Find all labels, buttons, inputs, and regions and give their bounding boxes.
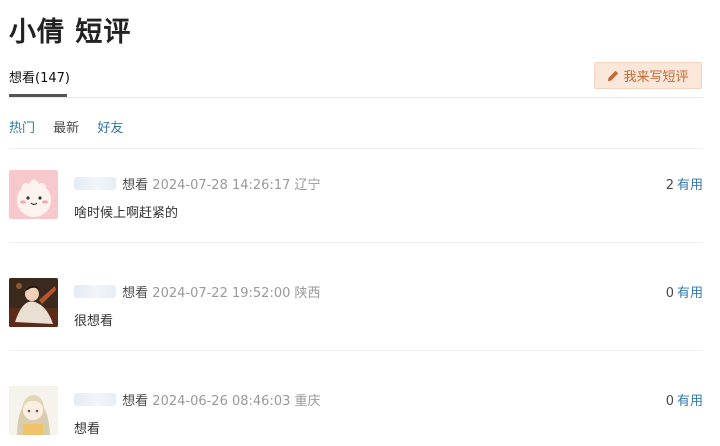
username-redacted[interactable] [74,393,116,406]
header-divider [9,97,703,98]
vote-count: 2 [665,178,674,193]
comment-content: 想看 [74,422,101,437]
sort-friends-link[interactable]: 好友 [97,121,123,136]
comment-location: 陕西 [294,286,321,301]
comment-time: 2024-06-26 08:46:03 [152,394,291,409]
username-redacted[interactable] [74,285,116,298]
comment-item: 想看 2024-06-26 08:46:03 重庆 想看 0 有用 [9,386,703,446]
anime-girl-avatar[interactable] [9,386,58,435]
comment-divider [9,242,703,243]
costume-figure-avatar[interactable] [9,278,58,327]
comment-status: 想看 [122,394,149,409]
vote-useful[interactable]: 0 有用 [666,390,703,409]
sort-hot-link[interactable]: 热门 [9,121,35,136]
write-review-button[interactable]: 我来写短评 [594,62,702,89]
username-redacted[interactable] [74,177,116,190]
sort-bar: 热门 最新 好友 [9,117,137,136]
comment-divider [9,350,703,351]
vote-useful[interactable]: 2 有用 [666,174,703,193]
comment-time: 2024-07-22 19:52:00 [152,286,291,301]
sort-newest-link[interactable]: 最新 [53,121,79,136]
comment-item: 想看 2024-07-28 14:26:17 辽宁 啥时候上啊赶紧的 2 有用 [9,170,703,230]
useful-link[interactable]: 有用 [677,178,703,193]
useful-link[interactable]: 有用 [677,394,703,409]
write-review-label: 我来写短评 [623,70,689,85]
comment-location: 重庆 [294,394,321,409]
comment-content: 很想看 [74,314,114,329]
page-title: 小倩 短评 [9,17,132,48]
pencil-icon [608,70,619,81]
comment-time: 2024-07-28 14:26:17 [152,178,291,193]
comment-status: 想看 [122,286,149,301]
vote-useful[interactable]: 0 有用 [666,282,703,301]
vote-count: 0 [665,394,674,409]
vote-count: 0 [665,286,674,301]
cartoon-dumpling-avatar[interactable] [9,170,58,219]
useful-link[interactable]: 有用 [677,286,703,301]
comment-location: 辽宁 [294,178,321,193]
comment-item: 想看 2024-07-22 19:52:00 陕西 很想看 0 有用 [9,278,703,338]
sort-divider [9,148,703,149]
tab-want-to-see[interactable]: 想看(147) [9,67,70,86]
comment-status: 想看 [122,178,149,193]
comment-content: 啥时候上啊赶紧的 [74,206,179,221]
